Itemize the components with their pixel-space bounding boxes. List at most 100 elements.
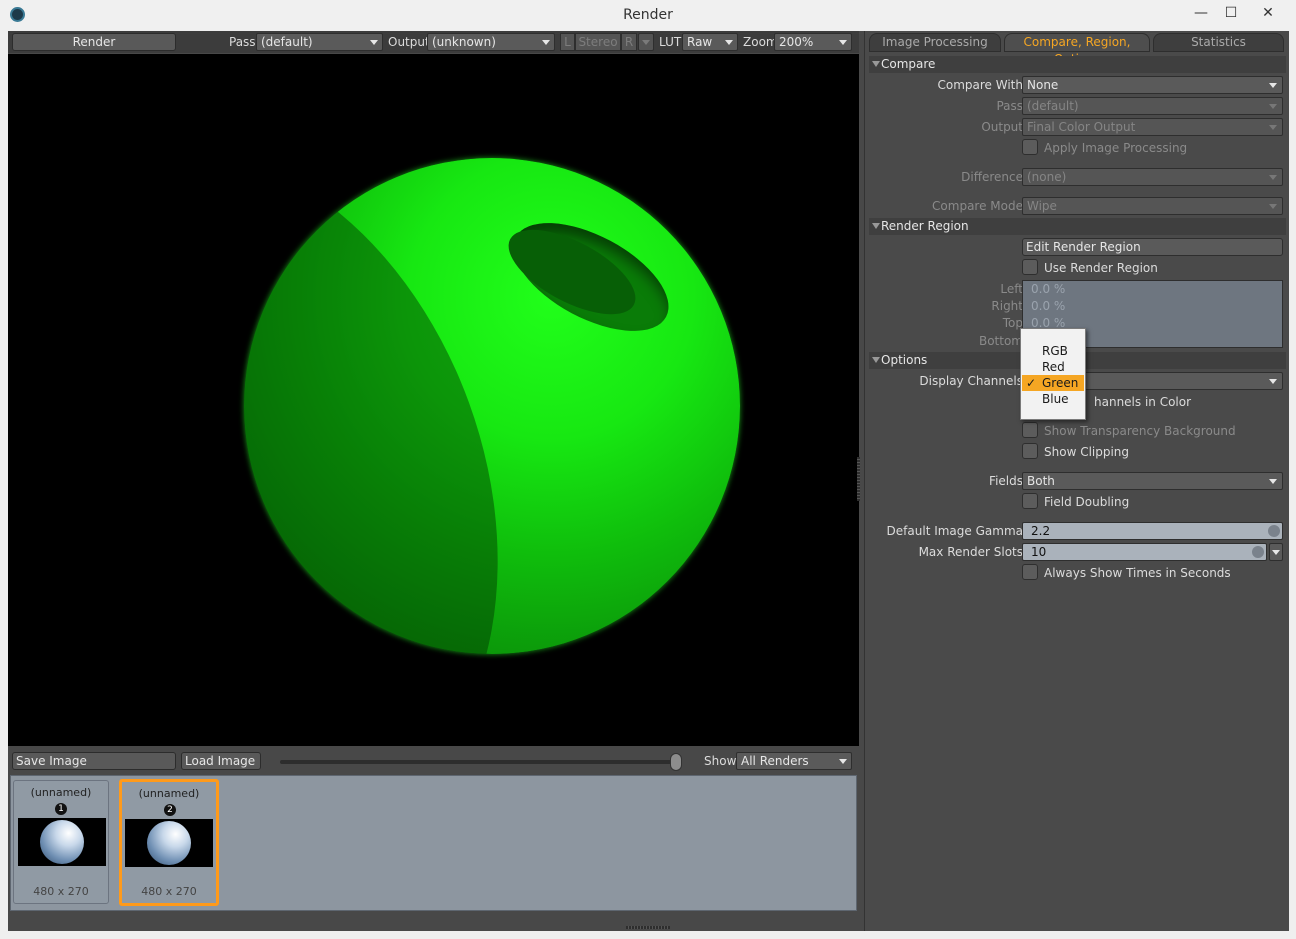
chevron-down-icon bbox=[725, 40, 733, 45]
chevron-down-icon bbox=[1272, 550, 1280, 555]
chevron-down-icon bbox=[642, 40, 650, 45]
chevron-down-icon bbox=[1269, 379, 1277, 384]
pass-value: (default) bbox=[261, 35, 313, 49]
compare-pass-dropdown[interactable]: (default) bbox=[1022, 97, 1283, 115]
show-clipping-label: Show Clipping bbox=[1044, 445, 1130, 459]
show-value: All Renders bbox=[741, 754, 809, 768]
panel-splitter-handle[interactable] bbox=[857, 457, 860, 501]
chevron-down-icon bbox=[839, 40, 847, 45]
zoom-dropdown[interactable]: 200% bbox=[774, 33, 852, 51]
chevron-down-icon bbox=[1269, 479, 1277, 484]
show-dropdown[interactable]: All Renders bbox=[736, 752, 852, 770]
compare-output-dropdown[interactable]: Final Color Output bbox=[1022, 118, 1283, 136]
zoom-label: Zoom bbox=[743, 35, 778, 49]
lut-value: Raw bbox=[687, 35, 713, 49]
show-label: Show bbox=[704, 754, 737, 768]
render-thumbnail[interactable]: (unnamed) 1 480 x 270 bbox=[13, 780, 109, 904]
region-left-value[interactable]: 0.0 % bbox=[1031, 281, 1065, 298]
render-history-strip: (unnamed) 1 480 x 270 (unnamed) 2 480 x … bbox=[10, 775, 857, 911]
use-render-region-label: Use Render Region bbox=[1044, 261, 1158, 275]
compare-section-header[interactable]: Compare bbox=[869, 56, 1286, 73]
output-dropdown[interactable]: (unknown) bbox=[427, 33, 555, 51]
spinner-icon[interactable] bbox=[1268, 525, 1280, 537]
default-gamma-input[interactable]: 2.2 bbox=[1022, 522, 1283, 540]
region-right-value[interactable]: 0.0 % bbox=[1031, 298, 1065, 315]
pass-dropdown[interactable]: (default) bbox=[256, 33, 383, 51]
maximize-button[interactable]: ☐ bbox=[1217, 4, 1245, 24]
chevron-down-icon bbox=[1269, 104, 1277, 109]
show-transparency-checkbox[interactable] bbox=[1022, 422, 1038, 438]
render-thumbnail-selected[interactable]: (unnamed) 2 480 x 270 bbox=[119, 779, 219, 906]
close-button[interactable]: ✕ bbox=[1254, 4, 1282, 24]
tab-statistics[interactable]: Statistics bbox=[1153, 33, 1284, 52]
output-label: Output bbox=[388, 35, 430, 49]
lut-dropdown[interactable]: Raw bbox=[682, 33, 738, 51]
window-resize-handle[interactable] bbox=[626, 926, 670, 929]
checkmark-icon: ✓ bbox=[1026, 376, 1037, 390]
chevron-down-icon bbox=[1269, 204, 1277, 209]
compare-with-dropdown[interactable]: None bbox=[1022, 76, 1283, 94]
difference-dropdown[interactable]: (none) bbox=[1022, 168, 1283, 186]
chevron-down-icon bbox=[1269, 83, 1277, 88]
save-image-button[interactable]: Save Image bbox=[12, 752, 176, 770]
thumbnail-image bbox=[125, 819, 213, 867]
fields-label: Fields bbox=[989, 474, 1023, 488]
display-channels-menu: RGB Red ✓ Green Blue bbox=[1020, 328, 1086, 420]
use-render-region-checkbox[interactable] bbox=[1022, 259, 1038, 275]
field-doubling-checkbox[interactable] bbox=[1022, 493, 1038, 509]
pass-label: Pass bbox=[229, 35, 256, 49]
tab-compare-region-options[interactable]: Compare, Region, Options bbox=[1004, 33, 1150, 66]
show-clipping-checkbox[interactable] bbox=[1022, 443, 1038, 459]
slider-handle[interactable] bbox=[670, 753, 682, 771]
thumbnail-name: (unnamed) bbox=[138, 787, 200, 800]
lut-label: LUT bbox=[659, 35, 682, 49]
max-render-slots-dropdown[interactable] bbox=[1269, 543, 1283, 561]
spinner-icon[interactable] bbox=[1252, 546, 1264, 558]
difference-label: Difference bbox=[961, 170, 1023, 184]
chevron-down-icon bbox=[370, 40, 378, 45]
render-button[interactable]: Render bbox=[12, 33, 176, 51]
options-panel: Image Processing Compare, Region, Option… bbox=[864, 31, 1289, 931]
menu-item-red[interactable]: Red bbox=[1022, 359, 1084, 375]
menu-item-blue[interactable]: Blue bbox=[1022, 391, 1084, 407]
menu-item-label: Green bbox=[1042, 376, 1079, 390]
left-eye-toggle[interactable]: L bbox=[560, 33, 575, 51]
thumbnail-number-badge: 2 bbox=[164, 804, 176, 816]
render-toolbar: Render Pass (default) Output (unknown) L… bbox=[8, 31, 859, 53]
zoom-value: 200% bbox=[779, 35, 814, 49]
collapse-triangle-icon bbox=[872, 223, 880, 229]
max-render-slots-label: Max Render Slots bbox=[918, 545, 1023, 559]
region-left-label: Left bbox=[1000, 282, 1023, 296]
apply-image-processing-label: Apply Image Processing bbox=[1044, 141, 1188, 155]
max-render-slots-input[interactable]: 10 bbox=[1022, 543, 1267, 561]
render-window-body: Render Pass (default) Output (unknown) L… bbox=[8, 31, 1289, 931]
collapse-triangle-icon bbox=[872, 357, 880, 363]
render-region-section-header[interactable]: Render Region bbox=[869, 218, 1286, 235]
edit-render-region-button[interactable]: Edit Render Region bbox=[1022, 238, 1283, 256]
region-bottom-label: Bottom bbox=[978, 334, 1023, 348]
collapse-triangle-icon bbox=[872, 61, 880, 67]
stereo-mode-dropdown[interactable] bbox=[638, 33, 654, 51]
channels-in-color-label: hannels in Color bbox=[1094, 395, 1192, 409]
thumbnail-image bbox=[18, 818, 106, 866]
apply-image-processing-checkbox[interactable] bbox=[1022, 139, 1038, 155]
tab-image-processing[interactable]: Image Processing bbox=[869, 33, 1001, 52]
right-eye-toggle[interactable]: R bbox=[621, 33, 637, 51]
always-show-times-label: Always Show Times in Seconds bbox=[1044, 566, 1231, 580]
stereo-toggle[interactable]: Stereo bbox=[575, 33, 621, 51]
menu-item-rgb[interactable]: RGB bbox=[1022, 343, 1084, 359]
menu-item-green[interactable]: ✓ Green bbox=[1022, 375, 1084, 391]
chevron-down-icon bbox=[1269, 175, 1277, 180]
chevron-down-icon bbox=[839, 759, 847, 764]
thumbnail-size: 480 x 270 bbox=[141, 885, 197, 898]
compare-mode-dropdown[interactable]: Wipe bbox=[1022, 197, 1283, 215]
fields-dropdown[interactable]: Both bbox=[1022, 472, 1283, 490]
region-right-label: Right bbox=[991, 299, 1023, 313]
load-image-button[interactable]: Load Image bbox=[181, 752, 261, 770]
render-viewport[interactable] bbox=[8, 54, 859, 746]
minimize-button[interactable]: — bbox=[1187, 4, 1215, 24]
always-show-times-checkbox[interactable] bbox=[1022, 564, 1038, 580]
thumbnail-name: (unnamed) bbox=[30, 786, 92, 799]
compare-with-label: Compare With bbox=[937, 78, 1024, 92]
render-slot-slider[interactable] bbox=[280, 760, 680, 764]
